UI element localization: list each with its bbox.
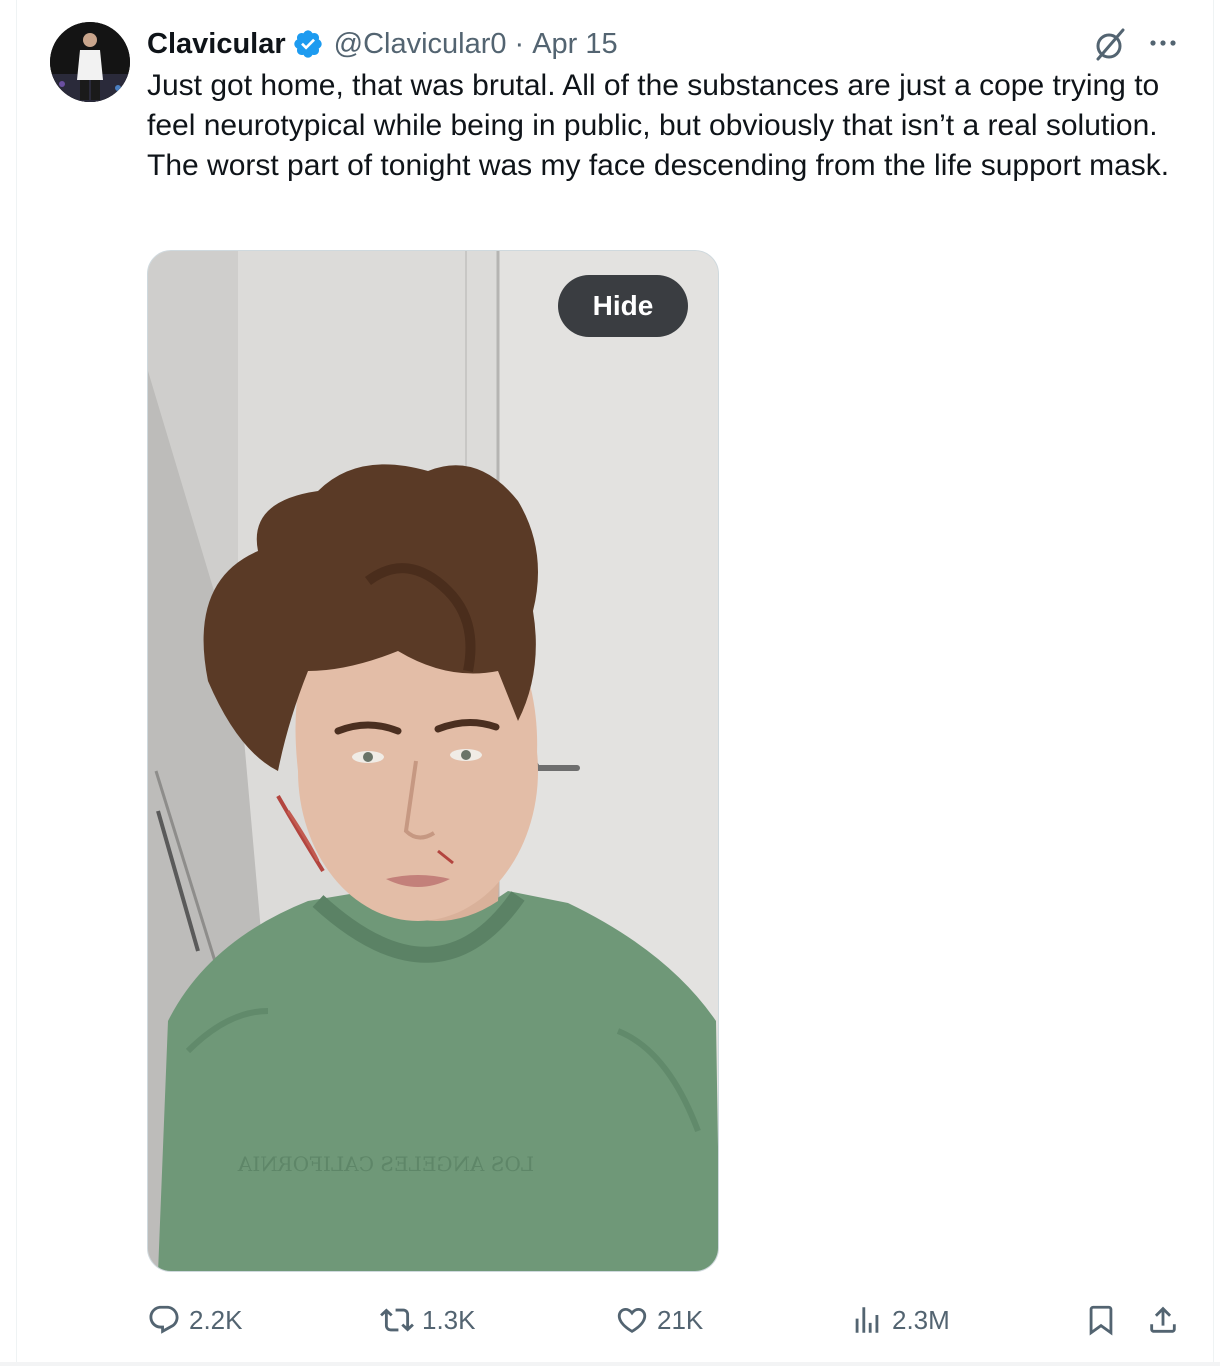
grok-icon[interactable] [1090,26,1128,64]
like-count: 21K [657,1304,704,1335]
views-count: 2.3M [892,1304,950,1335]
reply-icon [149,1305,179,1334]
bookmark-icon [1089,1305,1113,1336]
author-handle[interactable]: @Clavicular0 [334,25,507,63]
media-photo: LOS ANGELES CALIFORNIA [148,251,718,1271]
verified-badge-icon[interactable] [292,28,324,60]
avatar-image [50,22,130,102]
share-icon [1150,1306,1176,1333]
reply-button[interactable]: 2.2K [147,1298,243,1342]
bookmark-button[interactable] [1084,1298,1126,1342]
shirt-print-text: LOS ANGELES CALIFORNIA [237,1152,534,1176]
separator-dot: · [514,28,525,60]
views-button[interactable]: 2.3M [850,1298,950,1342]
more-icon[interactable] [1146,30,1180,60]
bottom-divider [0,1362,1220,1366]
post-date[interactable]: Apr 15 [532,25,617,63]
repost-count: 1.3K [422,1304,476,1335]
post-header: Clavicular @Clavicular0 · Apr 15 [147,24,618,64]
like-button[interactable]: 21K [615,1298,703,1342]
reply-count: 2.2K [189,1304,243,1335]
post-text: Just got home, that was brutal. All of t… [147,69,1170,182]
like-icon [617,1307,647,1333]
share-button[interactable] [1146,1298,1188,1342]
author-name[interactable]: Clavicular [147,25,286,63]
avatar[interactable] [50,22,130,102]
views-icon [855,1307,879,1333]
repost-icon [380,1308,414,1332]
post-media[interactable]: LOS ANGELES CALIFORNIA Hide [147,250,719,1272]
repost-button[interactable]: 1.3K [380,1298,476,1342]
hide-media-button[interactable]: Hide [558,275,688,337]
